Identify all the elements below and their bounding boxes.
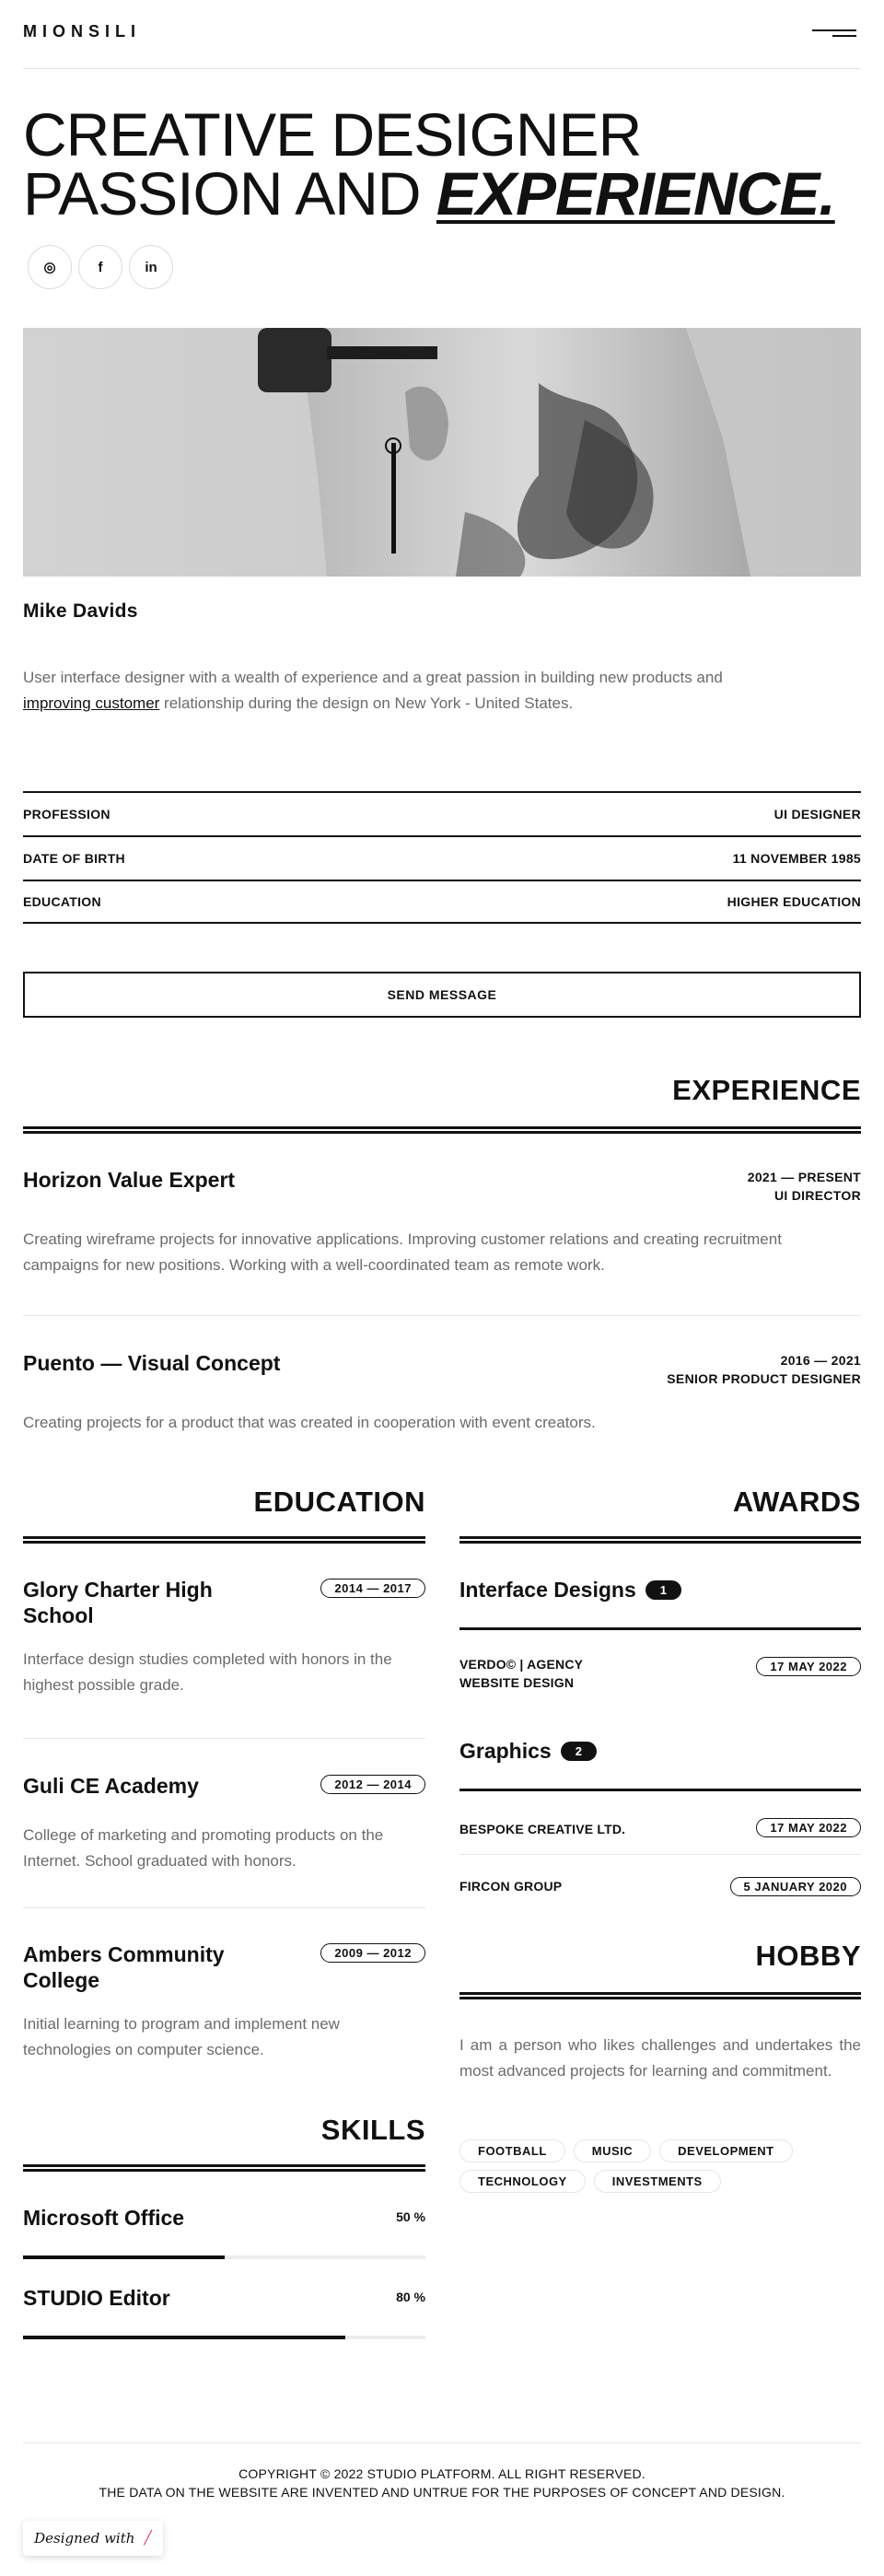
skill-name: STUDIO Editor [23,2286,170,2310]
job-meta: 2021 — PRESENT UI DIRECTOR [747,1170,861,1203]
hero-line-2: PASSION AND [23,159,436,227]
job-title: Puento — Visual Concept [23,1351,281,1375]
divider [459,1627,861,1630]
hobby-title: HOBBY [755,1940,861,1972]
bio-link[interactable]: improving customer [23,694,159,712]
skill-percent: 80 % [396,2290,425,2304]
skill-item: STUDIO Editor 80 % [23,2286,425,2341]
social-links: ◎ f in [28,245,173,289]
award-category: Graphics 2 [459,1739,597,1764]
info-row: EDUCATION HIGHER EDUCATION [23,880,861,924]
education-item: Guli CE Academy 2012 — 2014 College of m… [23,1773,425,1883]
section-divider [23,2164,425,2172]
section-divider [459,1992,861,1999]
info-row: DATE OF BIRTH 11 NOVEMBER 1985 [23,835,861,880]
award-count-badge: 2 [560,1742,597,1761]
section-divider [23,1536,425,1544]
disclaimer-text: THE DATA ON THE WEBSITE ARE INVENTED AND… [99,2485,785,2500]
education-item: Glory Charter High School 2014 — 2017 In… [23,1577,425,1724]
hobby-tags: FOOTBALL MUSIC DEVELOPMENT TECHNOLOGY IN… [459,2139,861,2193]
hero-line-1: CREATIVE DESIGNER [23,100,642,169]
profile-photo [23,328,861,577]
school-name: Guli CE Academy [23,1774,199,1798]
awards-group: Graphics 2 BESPOKE CREATIVE LTD. 17 MAY … [459,1739,861,1923]
school-name: Ambers Community College [23,1942,225,1992]
profile-bio: User interface designer with a wealth of… [23,669,723,712]
education-item: Ambers Community College 2009 — 2012 Ini… [23,1941,425,2070]
copyright-text: COPYRIGHT © 2022 STUDIO PLATFORM. ALL RI… [238,2466,646,2481]
hero-emphasis: EXPERIENCE. [436,159,836,227]
site-header: MIONSILI [23,0,861,69]
hobby-text: I am a person who likes challenges and u… [459,2036,861,2080]
school-description: College of marketing and promoting produ… [23,1826,384,1870]
job-meta: 2016 — 2021 SENIOR PRODUCT DESIGNER [667,1353,861,1386]
award-name: BESPOKE CREATIVE LTD. [459,1822,626,1836]
divider [459,1854,861,1855]
school-years: 2012 — 2014 [320,1775,425,1794]
hero: CREATIVE DESIGNER PASSION AND EXPERIENCE… [23,104,861,298]
site-logo[interactable]: MIONSILI [23,22,141,41]
section-divider [459,1536,861,1544]
send-message-button[interactable]: SEND MESSAGE [23,972,861,1018]
instagram-icon[interactable]: ◎ [28,245,72,289]
linkedin-icon[interactable]: in [129,245,173,289]
hero-heading: CREATIVE DESIGNER PASSION AND EXPERIENCE… [23,104,861,224]
skill-bar [23,2255,425,2259]
award-name: FIRCON GROUP [459,1879,563,1894]
school-name: Glory Charter High School [23,1578,213,1627]
hobby-tag[interactable]: DEVELOPMENT [659,2139,793,2162]
divider [23,1738,425,1739]
school-years: 2009 — 2012 [320,1943,425,1963]
pen-icon: ╱ [144,2531,152,2546]
award-name: VERDO© | AGENCY WEBSITE DESIGN [459,1657,583,1690]
skill-item: Microsoft Office 50 % [23,2206,425,2261]
facebook-icon[interactable]: f [78,245,122,289]
designed-with-badge[interactable]: Designed with ╱ [23,2521,163,2556]
hobby-tag[interactable]: TECHNOLOGY [459,2170,586,2193]
hamburger-icon[interactable] [812,28,856,41]
award-category: Interface Designs 1 [459,1578,681,1603]
divider [459,1789,861,1791]
job-title: Horizon Value Expert [23,1168,236,1192]
skill-percent: 50 % [396,2209,425,2224]
award-count-badge: 1 [645,1580,681,1600]
education-title: EDUCATION [253,1486,425,1518]
skill-bar [23,2336,425,2339]
footer-text: COPYRIGHT © 2022 STUDIO PLATFORM. ALL RI… [23,2465,861,2501]
school-description: Interface design studies completed with … [23,1650,392,1694]
divider [23,1907,425,1908]
hobby-tag[interactable]: INVESTMENTS [593,2170,721,2193]
award-date: 17 MAY 2022 [756,1818,861,1837]
job-description: Creating projects for a product that was… [23,1414,596,1431]
job-item: Horizon Value Expert 2021 — PRESENT UI DI… [23,1168,861,1288]
profile-info-table: PROFESSION UI DESIGNER DATE OF BIRTH 11 NO… [23,791,861,924]
job-item: Puento — Visual Concept 2016 — 2021 SENIO… [23,1351,861,1443]
school-years: 2014 — 2017 [320,1579,425,1598]
footer-divider [23,2442,861,2443]
skill-name: Microsoft Office [23,2206,185,2230]
profile-name: Mike Davids [23,600,138,622]
award-date: 17 MAY 2022 [756,1657,861,1676]
info-row: PROFESSION UI DESIGNER [23,791,861,835]
section-divider [23,1126,861,1134]
awards-title: AWARDS [732,1486,861,1518]
skills-title: SKILLS [320,2114,425,2146]
experience-title: EXPERIENCE [672,1074,861,1106]
award-date: 5 JANUARY 2020 [729,1877,861,1896]
hobby-tag[interactable]: MUSIC [573,2139,652,2162]
job-description: Creating wireframe projects for innovati… [23,1230,782,1274]
hobby-tag[interactable]: FOOTBALL [459,2139,565,2162]
divider [23,1315,861,1316]
school-description: Initial learning to program and implemen… [23,2015,340,2058]
